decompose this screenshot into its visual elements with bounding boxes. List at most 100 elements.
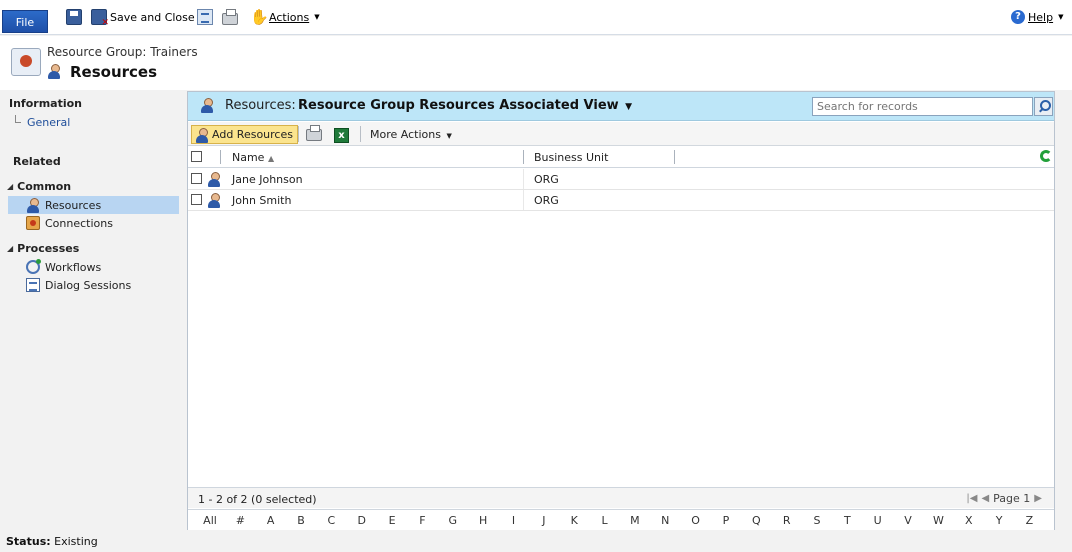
user-icon [207,172,221,187]
alpha-filter-v[interactable]: V [904,514,912,527]
alpha-filter-s[interactable]: S [814,514,821,527]
workflow-icon [26,259,41,274]
nav-item-resources[interactable]: Resources [8,196,179,214]
form-header: Resource Group: Trainers Resources [0,36,1072,90]
column-divider [220,150,221,164]
help-menu[interactable]: ? Help ▼ [1011,8,1063,26]
alpha-filter-h[interactable]: H [479,514,487,527]
alpha-filter-z[interactable]: Z [1026,514,1034,527]
alpha-filter-t[interactable]: T [844,514,851,527]
add-resources-button[interactable]: Add Resources [191,125,298,144]
alpha-filter-number[interactable]: # [236,514,245,527]
nav-group-processes-label: Processes [17,242,80,255]
column-header-business-unit[interactable]: Business Unit [534,151,608,164]
chevron-down-icon: ▼ [625,102,633,112]
column-header-name[interactable]: Name ▲ [232,151,274,164]
alpha-filter-l[interactable]: L [601,514,607,527]
save-close-icon [91,9,109,28]
nav-item-connections[interactable]: Connections [8,214,179,232]
column-divider [523,150,524,164]
alpha-filter-f[interactable]: F [419,514,425,527]
nav-item-workflows-label: Workflows [45,260,102,274]
cell-business-unit[interactable]: ORG [534,173,559,186]
save-button[interactable] [66,8,82,26]
next-page-icon[interactable]: ▶ [1034,493,1042,504]
nav-item-dialog-sessions[interactable]: Dialog Sessions [8,276,179,294]
grid-footer: 1 - 2 of 2 (0 selected) |◀ ◀ Page 1 ▶ [188,487,1054,508]
alpha-filter-k[interactable]: K [571,514,578,527]
alphabet-index: All # A B C D E F G H I J K L M N O P Q R S T U V W X Y Z [188,509,1054,530]
nav-item-workflows[interactable]: Workflows [8,258,179,276]
table-row[interactable]: Jane Johnson ORG [188,169,1054,190]
alpha-filter-j[interactable]: J [542,514,545,527]
alpha-filter-a[interactable]: A [267,514,275,527]
alpha-filter-q[interactable]: Q [752,514,761,527]
refresh-icon[interactable] [1040,150,1052,162]
user-icon [207,193,221,208]
alpha-filter-c[interactable]: C [328,514,336,527]
more-actions-label: More Actions [370,128,441,141]
nav-section-related: Related [13,155,61,168]
save-and-close-button[interactable]: Save and Close [91,8,195,28]
alpha-filter-g[interactable]: G [449,514,458,527]
status-label: Status: [6,535,51,548]
nav-group-common-label: Common [17,180,72,193]
collapse-triangle-icon: ◢ [7,244,14,253]
previous-page-icon[interactable]: ◀ [981,493,989,504]
alpha-filter-i[interactable]: I [512,514,515,527]
alpha-filter-e[interactable]: E [389,514,396,527]
form-editor-button[interactable] [197,8,213,26]
cell-business-unit-bg [523,190,1054,210]
toolbar-divider [360,126,361,142]
alpha-filter-all[interactable]: All [203,514,217,527]
document-icon [197,9,213,25]
view-selector[interactable]: Resource Group Resources Associated View… [298,98,632,113]
ribbon: File Save and Close ✋ Actions ▼ ? Help ▼ [0,0,1072,35]
search-input[interactable] [812,97,1033,116]
pager: |◀ ◀ Page 1 ▶ [966,492,1042,505]
left-navigation: Information General Related ◢ Common Res… [0,90,186,530]
row-checkbox[interactable] [191,194,202,205]
alpha-filter-m[interactable]: M [630,514,640,527]
alpha-filter-y[interactable]: Y [996,514,1003,527]
alpha-filter-p[interactable]: P [723,514,730,527]
associated-view-panel: Resources: Resource Group Resources Asso… [187,91,1055,530]
row-checkbox[interactable] [191,173,202,184]
column-divider [674,150,675,164]
file-button[interactable]: File [2,10,48,33]
nav-section-information: Information [9,97,82,110]
chevron-down-icon: ▼ [314,13,320,21]
grid-toolbar: Add Resources x More Actions ▼ [188,122,1054,146]
alpha-filter-o[interactable]: O [691,514,700,527]
actions-label: Actions [269,10,310,24]
alpha-filter-d[interactable]: D [358,514,366,527]
alpha-filter-b[interactable]: B [297,514,305,527]
collapse-triangle-icon: ◢ [7,182,14,191]
alpha-filter-r[interactable]: R [783,514,791,527]
print-button[interactable] [222,8,238,26]
toolbar-divider [298,126,299,142]
nav-item-dialog-sessions-label: Dialog Sessions [45,278,132,292]
select-all-checkbox[interactable] [191,151,202,162]
page-number: Page 1 [993,492,1031,505]
nav-group-common[interactable]: ◢ Common [7,180,71,193]
alpha-filter-x[interactable]: X [965,514,973,527]
alpha-filter-u[interactable]: U [874,514,882,527]
alpha-filter-w[interactable]: W [933,514,944,527]
more-actions-menu[interactable]: More Actions ▼ [370,128,452,141]
chevron-down-icon: ▼ [1058,13,1064,21]
actions-menu[interactable]: ✋ Actions ▼ [250,8,320,26]
cell-business-unit[interactable]: ORG [534,194,559,207]
first-page-icon[interactable]: |◀ [966,493,977,504]
cell-name[interactable]: John Smith [232,194,291,207]
export-excel-button[interactable]: x [334,126,349,144]
table-row[interactable]: John Smith ORG [188,190,1054,211]
alpha-filter-n[interactable]: N [661,514,669,527]
page-title: Resources [70,63,158,81]
cell-name[interactable]: Jane Johnson [232,173,303,186]
nav-group-processes[interactable]: ◢ Processes [7,242,79,255]
search-button[interactable] [1034,97,1053,116]
save-icon [66,9,82,25]
nav-item-general[interactable]: General [27,116,70,129]
print-grid-button[interactable] [306,124,322,142]
